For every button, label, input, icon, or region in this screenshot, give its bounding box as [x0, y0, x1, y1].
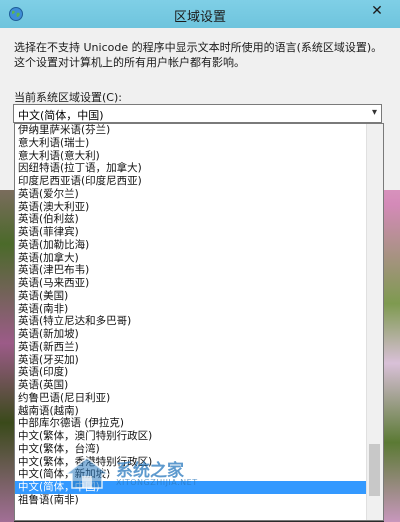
scrollbar[interactable]: [366, 124, 383, 520]
locale-option[interactable]: 英语(津巴布韦): [15, 264, 367, 277]
locale-option[interactable]: 英语(印度): [15, 366, 367, 379]
locale-option[interactable]: 英语(英国): [15, 379, 367, 392]
locale-option[interactable]: 约鲁巴语(尼日利亚): [15, 392, 367, 405]
locale-option[interactable]: 意大利语(瑞士): [15, 137, 367, 150]
close-button[interactable]: ✕: [362, 0, 392, 22]
locale-select-value: 中文(简体，中国): [18, 109, 104, 122]
locale-option[interactable]: 印度尼西亚语(印度尼西亚): [15, 175, 367, 188]
locale-option[interactable]: 中文(繁体，香港特别行政区): [15, 456, 367, 469]
locale-options: 伊纳里萨米语(芬兰) 意大利语(瑞士) 意大利语(意大利) 因纽特语(拉丁语，加拿大)…: [15, 124, 367, 507]
window-title: 区域设置: [173, 10, 226, 25]
locale-option[interactable]: 中部库尔德语 (伊拉克): [15, 417, 367, 430]
locale-option[interactable]: 英语(澳大利亚): [15, 201, 367, 214]
locale-option[interactable]: 因纽特语(拉丁语，加拿大): [15, 162, 367, 175]
locale-option[interactable]: 英语(爱尔兰): [15, 188, 367, 201]
locale-option[interactable]: 英语(特立尼达和多巴哥): [15, 315, 367, 328]
locale-option[interactable]: 英语(马来西亚): [15, 277, 367, 290]
locale-dropdown-list[interactable]: 伊纳里萨米语(芬兰) 意大利语(瑞士) 意大利语(意大利) 因纽特语(拉丁语，加拿大)…: [14, 123, 384, 521]
title-bar[interactable]: 区域设置 ✕: [0, 0, 400, 28]
locale-option[interactable]: 英语(加勒比海): [15, 239, 367, 252]
locale-option[interactable]: 英语(伯利兹): [15, 213, 367, 226]
close-icon: ✕: [371, 3, 383, 19]
chevron-down-icon[interactable]: ▾: [372, 107, 377, 118]
locale-option[interactable]: 英语(牙买加): [15, 354, 367, 367]
locale-option[interactable]: 越南语(越南): [15, 405, 367, 418]
locale-select[interactable]: 中文(简体，中国) ▾: [13, 104, 382, 123]
locale-option[interactable]: 英语(南非): [15, 303, 367, 316]
locale-option[interactable]: 英语(新加坡): [15, 328, 367, 341]
locale-option[interactable]: 英语(加拿大): [15, 252, 367, 265]
locale-option[interactable]: 中文(繁体，澳门特别行政区): [15, 430, 367, 443]
locale-option[interactable]: 英语(菲律宾): [15, 226, 367, 239]
locale-option[interactable]: 中文(繁体，台湾): [15, 443, 367, 456]
locale-option[interactable]: 英语(新西兰): [15, 341, 367, 354]
description-text: 选择在不支持 Unicode 的程序中显示文本时所使用的语言(系统区域设置)。这…: [14, 41, 383, 69]
locale-label: 当前系统区域设置(C):: [14, 91, 122, 104]
locale-option[interactable]: 中文(简体，中国): [15, 481, 367, 494]
scrollbar-thumb[interactable]: [369, 444, 380, 496]
locale-option[interactable]: 英语(美国): [15, 290, 367, 303]
locale-option[interactable]: 祖鲁语(南非): [15, 494, 367, 507]
locale-option[interactable]: 中文(简体，新加坡): [15, 468, 367, 481]
locale-option[interactable]: 意大利语(意大利): [15, 150, 367, 163]
locale-option[interactable]: 伊纳里萨米语(芬兰): [15, 124, 367, 137]
